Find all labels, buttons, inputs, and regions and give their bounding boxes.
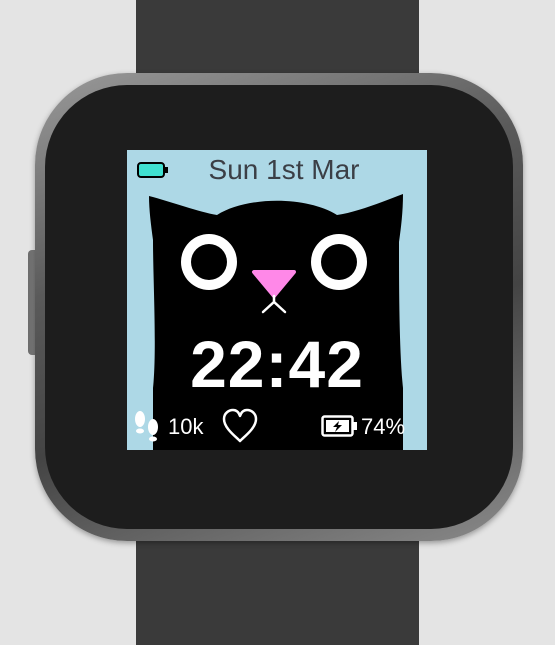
- footsteps-icon: [135, 411, 158, 442]
- time-display: 22:42: [190, 327, 364, 401]
- date-display: Sun 1st Mar: [208, 154, 360, 185]
- steps-count: 10k: [168, 414, 204, 439]
- cat-illustration: [149, 194, 403, 450]
- battery-charging-icon: [321, 415, 357, 437]
- battery-percent: 74%: [361, 414, 406, 439]
- watch-screen: Sun 1st Mar 22:42 10k 74%: [127, 150, 427, 450]
- stats-footer: 10k 74%: [127, 408, 427, 444]
- heart-icon: [222, 408, 258, 443]
